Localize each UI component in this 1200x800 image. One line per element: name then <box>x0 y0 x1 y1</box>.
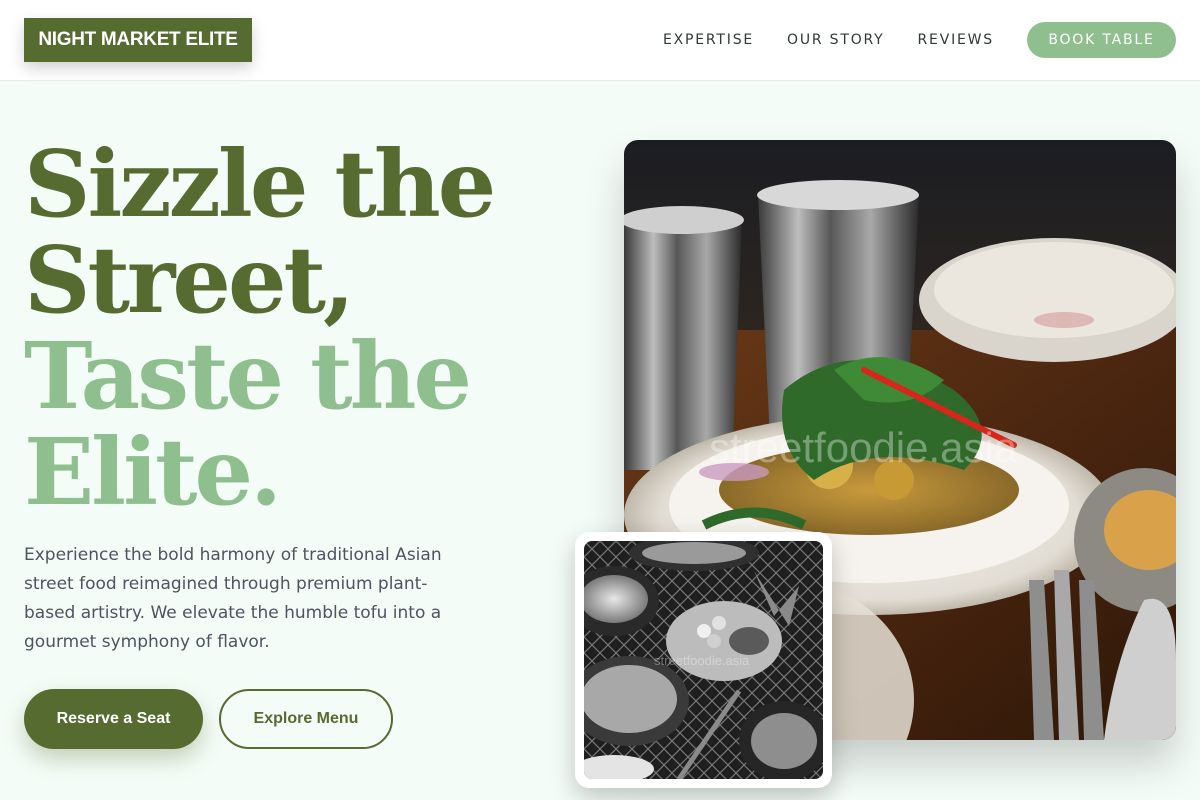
main-nav: EXPERTISE OUR STORY REVIEWS BOOK TABLE <box>663 22 1176 58</box>
hero-title-line-3: Taste the <box>24 322 472 430</box>
nav-link-our-story[interactable]: OUR STORY <box>787 32 885 48</box>
inset-food-photo: streetfoodie.asia <box>575 532 832 788</box>
inset-photo-watermark: streetfoodie.asia <box>654 653 750 668</box>
nav-link-expertise[interactable]: EXPERTISE <box>663 32 754 48</box>
hero-title-line-4: Elite. <box>24 418 282 526</box>
hero-description: Experience the bold harmony of tradition… <box>24 545 442 652</box>
hero-title-line-2: Street, <box>24 226 355 334</box>
hero-title: Sizzle the Street, Taste the Elite. <box>24 136 584 520</box>
photo-watermark: streetfoodie.asia <box>709 424 1018 471</box>
explore-menu-button[interactable]: Explore Menu <box>219 689 393 749</box>
reserve-seat-button[interactable]: Reserve a Seat <box>24 689 203 749</box>
market-table-illustration: streetfoodie.asia <box>584 541 823 779</box>
site-header: NIGHT MARKET ELITE EXPERTISE OUR STORY R… <box>0 0 1200 81</box>
hero-title-line-1: Sizzle the <box>24 130 496 238</box>
book-table-button[interactable]: BOOK TABLE <box>1027 22 1176 58</box>
brand-logo[interactable]: NIGHT MARKET ELITE <box>24 18 252 62</box>
nav-link-reviews[interactable]: REVIEWS <box>918 32 994 48</box>
